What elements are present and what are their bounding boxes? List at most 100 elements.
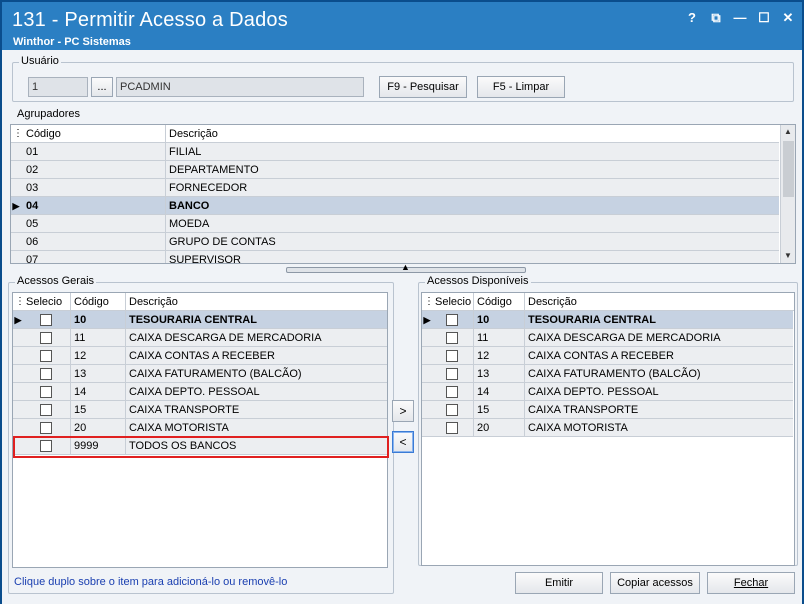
table-row[interactable]: 15 CAIXA TRANSPORTE: [13, 401, 387, 419]
table-row[interactable]: 20 CAIXA MOTORISTA: [422, 419, 793, 437]
table-row[interactable]: 03 FORNECEDOR: [11, 179, 779, 197]
user-name-field[interactable]: PCADMIN: [116, 77, 364, 97]
maximize-icon[interactable]: ☐: [756, 10, 772, 26]
agrupadores-grid[interactable]: ⋮ Código Descrição 01 FILIAL 02 DEPARTAMENTO 03…: [10, 124, 796, 264]
row-select-cell: [23, 401, 71, 419]
help-icon[interactable]: ?: [684, 10, 700, 26]
close-icon[interactable]: ✕: [780, 10, 796, 26]
row-code: 11: [474, 329, 525, 347]
row-description: CAIXA TRANSPORTE: [528, 404, 639, 416]
table-row[interactable]: 07 SUPERVISOR: [11, 251, 779, 263]
table-row[interactable]: 11 CAIXA DESCARGA DE MERCADORIA: [13, 329, 387, 347]
acessos-disponiveis-grid[interactable]: ⋮ Selecio Código Descrição ▶ 10 TESOURARIA CEN…: [421, 292, 795, 566]
minimize-icon[interactable]: —: [732, 10, 748, 26]
row-select-cell: [432, 401, 474, 419]
row-checkbox[interactable]: [446, 350, 458, 362]
copiar-acessos-button[interactable]: Copiar acessos: [610, 572, 700, 594]
restore-icon[interactable]: ⧉: [708, 10, 724, 26]
row-select-cell: [23, 419, 71, 437]
table-row[interactable]: ▶ 10 TESOURARIA CENTRAL: [13, 311, 387, 329]
splitter-handle[interactable]: ▲: [286, 262, 526, 273]
window-title: 131 - Permitir Acesso a Dados: [12, 9, 288, 31]
row-checkbox[interactable]: [446, 314, 458, 326]
table-row[interactable]: 02 DEPARTAMENTO: [11, 161, 779, 179]
row-code: 06: [23, 233, 166, 251]
fechar-button[interactable]: Fechar: [707, 572, 795, 594]
row-code: 07: [23, 251, 166, 263]
row-checkbox[interactable]: [446, 404, 458, 416]
row-select-cell: [432, 383, 474, 401]
row-description: GRUPO DE CONTAS: [169, 236, 276, 248]
column-header-selecionar[interactable]: Selecio: [23, 293, 71, 311]
acessos-gerais-grid[interactable]: ⋮ Selecio Código Descrição ▶ 10 TESOURARIA CEN…: [12, 292, 388, 568]
row-code: 15: [71, 401, 126, 419]
app-window: 131 - Permitir Acesso a Dados Winthor - …: [0, 0, 804, 604]
user-code-field[interactable]: 1: [28, 77, 88, 97]
row-description: CAIXA TRANSPORTE: [129, 404, 240, 416]
row-checkbox[interactable]: [446, 386, 458, 398]
scroll-thumb[interactable]: [783, 141, 794, 197]
table-row[interactable]: ▶ 10 TESOURARIA CENTRAL: [422, 311, 793, 329]
row-description: MOEDA: [169, 218, 210, 230]
clear-button[interactable]: F5 - Limpar: [477, 76, 565, 98]
column-header-codigo[interactable]: Código: [71, 293, 126, 311]
row-code: 12: [71, 347, 126, 365]
table-row[interactable]: 01 FILIAL: [11, 143, 779, 161]
row-checkbox[interactable]: [40, 386, 52, 398]
table-row[interactable]: 12 CAIXA CONTAS A RECEBER: [422, 347, 793, 365]
column-header-codigo[interactable]: Código: [23, 125, 166, 143]
row-select-cell: [432, 365, 474, 383]
table-row[interactable]: 13 CAIXA FATURAMENTO (BALCÃO): [422, 365, 793, 383]
table-row[interactable]: 20 CAIXA MOTORISTA: [13, 419, 387, 437]
table-row[interactable]: 14 CAIXA DEPTO. PESSOAL: [422, 383, 793, 401]
row-description: FORNECEDOR: [169, 182, 248, 194]
column-header-descricao[interactable]: Descrição: [166, 125, 766, 143]
row-indicator-icon: ▶: [423, 315, 431, 325]
table-row[interactable]: 12 CAIXA CONTAS A RECEBER: [13, 347, 387, 365]
agrupadores-scrollbar[interactable]: ▲ ▼: [780, 125, 795, 263]
emitir-button[interactable]: Emitir: [515, 572, 603, 594]
row-select-cell: [23, 311, 71, 329]
row-checkbox[interactable]: [40, 422, 52, 434]
table-row[interactable]: 11 CAIXA DESCARGA DE MERCADORIA: [422, 329, 793, 347]
table-row[interactable]: 15 CAIXA TRANSPORTE: [422, 401, 793, 419]
column-header-descricao[interactable]: Descrição: [126, 293, 387, 311]
search-button[interactable]: F9 - Pesquisar: [379, 76, 467, 98]
row-indicator-icon: ▶: [14, 315, 22, 325]
table-row[interactable]: 05 MOEDA: [11, 215, 779, 233]
row-description: CAIXA FATURAMENTO (BALCÃO): [129, 368, 302, 380]
row-description: CAIXA DEPTO. PESSOAL: [129, 386, 260, 398]
row-checkbox[interactable]: [446, 332, 458, 344]
acessos-gerais-label: Acessos Gerais: [15, 275, 97, 287]
row-checkbox[interactable]: [40, 368, 52, 380]
columns-icon[interactable]: ⋮: [13, 125, 23, 143]
scroll-up-icon[interactable]: ▲: [781, 125, 795, 139]
row-checkbox[interactable]: [446, 422, 458, 434]
row-select-cell: [23, 347, 71, 365]
table-row[interactable]: 14 CAIXA DEPTO. PESSOAL: [13, 383, 387, 401]
row-checkbox[interactable]: [40, 350, 52, 362]
column-header-descricao[interactable]: Descrição: [525, 293, 793, 311]
table-row[interactable]: ▶ 04 BANCO: [11, 197, 779, 215]
add-access-button[interactable]: >: [392, 400, 414, 422]
column-header-selecionar[interactable]: Selecio: [432, 293, 474, 311]
browse-button[interactable]: ...: [91, 77, 113, 97]
acessos_gerais-header: ⋮ Selecio Código Descrição: [13, 293, 387, 311]
row-checkbox[interactable]: [446, 368, 458, 380]
row-code: 05: [23, 215, 166, 233]
row-code: 11: [71, 329, 126, 347]
table-row[interactable]: 13 CAIXA FATURAMENTO (BALCÃO): [13, 365, 387, 383]
row-checkbox[interactable]: [40, 314, 52, 326]
column-header-codigo[interactable]: Código: [474, 293, 525, 311]
row-description: CAIXA DEPTO. PESSOAL: [528, 386, 659, 398]
row-checkbox[interactable]: [40, 332, 52, 344]
row-checkbox[interactable]: [40, 404, 52, 416]
row-code: 20: [474, 419, 525, 437]
scroll-down-icon[interactable]: ▼: [781, 249, 795, 263]
table-row[interactable]: 06 GRUPO DE CONTAS: [11, 233, 779, 251]
acessos-disponiveis-label: Acessos Disponíveis: [425, 275, 531, 287]
row-description: CAIXA CONTAS A RECEBER: [129, 350, 275, 362]
window-controls: ? ⧉ — ☐ ✕: [684, 10, 796, 26]
row-code: 13: [71, 365, 126, 383]
remove-access-button[interactable]: <: [392, 431, 414, 453]
